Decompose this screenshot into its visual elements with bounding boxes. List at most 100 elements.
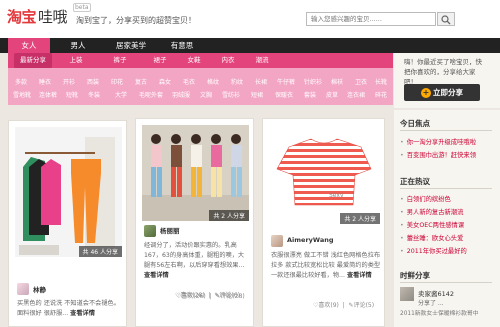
- user-name[interactable]: 林静: [33, 284, 46, 294]
- user-name[interactable]: AimeryWang: [287, 236, 334, 244]
- card-stats: ♡喜欢(9) | ✎评论(5): [313, 302, 375, 309]
- tag-link[interactable]: 西装: [82, 77, 104, 89]
- fresh-share-user[interactable]: 卖家酱6142: [418, 288, 454, 298]
- plus-icon: +: [421, 88, 431, 98]
- category-skirts[interactable]: 裙子: [146, 53, 174, 68]
- view-details-link[interactable]: 查看详情: [144, 272, 169, 279]
- logo-main: 淘宝: [7, 8, 37, 26]
- section-title-today: 今日焦点: [400, 119, 430, 128]
- hot-topic-link[interactable]: • 2011年你买过最好的: [400, 246, 467, 255]
- nav-tab-fun[interactable]: 有意思: [162, 38, 202, 53]
- nav-tab-women[interactable]: 女人: [8, 38, 50, 53]
- tag-link[interactable]: 羽绒服: [168, 90, 194, 102]
- tag-link[interactable]: 套装: [300, 90, 320, 102]
- tag-link[interactable]: 短靴: [62, 90, 82, 102]
- share-now-label: 立即分享: [433, 88, 463, 97]
- tag-link[interactable]: 文胸: [196, 90, 216, 102]
- hot-topic-link[interactable]: • 美女OEC两性感情课: [400, 220, 464, 229]
- tag-link[interactable]: 棉袄: [326, 77, 348, 89]
- share-card: 共 46 人分享 林静 买黑色的 还说洗 不知道会不会褪色。面料很好 很舒服..…: [8, 120, 127, 327]
- tag-link[interactable]: 短裙: [246, 90, 268, 102]
- share-now-button[interactable]: + 立即分享: [404, 84, 480, 101]
- like-button[interactable]: ♡喜欢(28): [175, 292, 205, 299]
- focus-link[interactable]: • 百变围巾出游！赶快来领: [400, 150, 476, 159]
- logo-sub: 哇哦: [38, 8, 68, 26]
- share-card: Sexy 共 2 人分享 AimeryWang 衣服很漂亮 做工不错 浅红色网格…: [262, 118, 385, 327]
- search-input[interactable]: [306, 12, 436, 26]
- tag-link[interactable]: 雪地靴: [10, 90, 34, 102]
- tag-link[interactable]: 碎花: [370, 90, 392, 102]
- main-nav: 女人 男人 居家美学 有意思: [0, 38, 500, 53]
- right-sidebar: 今日焦点 • 你一淘分享升级成哇哦啦 • 百变围巾出游！赶快来领 正在热议 • 白领们…: [394, 110, 500, 327]
- hot-topic-link[interactable]: • 白领们的缤纷色: [400, 194, 451, 203]
- avatar[interactable]: [144, 225, 156, 237]
- divider: [400, 130, 492, 131]
- comment-button[interactable]: ✎评论(5): [349, 302, 375, 309]
- category-menu: 最新分享 上装 裤子 裙子 女鞋 内衣 潮流 多款 睡衣 开衫 西装 印花 复古…: [8, 53, 393, 105]
- hot-topic-link[interactable]: • 男人新的复古新潮流: [400, 207, 463, 216]
- avatar[interactable]: [271, 235, 283, 247]
- share-description: 经调分了，活动价跟实惠的。乳高167，63的身高体重，腿粗的噢，大腿有56左右啊…: [144, 242, 245, 279]
- tag-link[interactable]: 睡衣: [34, 77, 56, 89]
- tag-link[interactable]: 多款: [10, 77, 32, 89]
- tag-link[interactable]: 格纹: [202, 77, 224, 89]
- svg-text:Sexy: Sexy: [329, 192, 344, 199]
- models-photo: [142, 125, 249, 221]
- category-pants[interactable]: 裤子: [106, 53, 134, 68]
- tag-link[interactable]: 皮草: [322, 90, 342, 102]
- tag-link[interactable]: 印花: [106, 77, 128, 89]
- tag-link[interactable]: 保暖衣: [270, 90, 298, 102]
- comment-button[interactable]: ✎评论(6): [214, 292, 240, 299]
- tag-link[interactable]: 卫衣: [350, 77, 372, 89]
- tag-link[interactable]: 森女: [154, 77, 176, 89]
- avatar[interactable]: [400, 287, 414, 301]
- category-underwear[interactable]: 内衣: [214, 53, 242, 68]
- tag-link[interactable]: 开衫: [58, 77, 80, 89]
- search-icon: [441, 15, 451, 25]
- beta-badge: beta: [73, 3, 91, 12]
- view-details-link[interactable]: 查看详情: [347, 272, 372, 279]
- like-button[interactable]: ♡喜欢(9): [313, 302, 339, 309]
- user-name[interactable]: 杨丽丽: [160, 225, 180, 235]
- divider: [400, 282, 492, 283]
- fresh-share-item[interactable]: 2011新款女士保暖棉衫款哥中: [400, 308, 479, 317]
- product-image[interactable]: 共 2 人分享: [142, 125, 249, 221]
- tag-link[interactable]: 长裙: [250, 77, 272, 89]
- tag-link[interactable]: 大学: [106, 90, 136, 102]
- hot-topic-link[interactable]: • 蕾丝睡：欧女心头爱: [400, 233, 463, 242]
- tag-link[interactable]: 复古: [130, 77, 152, 89]
- striped-top-photo: Sexy: [269, 125, 380, 224]
- category-trend[interactable]: 潮流: [248, 53, 276, 68]
- tag-link[interactable]: 牛仔裤: [273, 77, 299, 89]
- share-description: 买黑色的 还说洗 不知道会不会褪色。面料很好 很舒服... 查看详情: [17, 300, 120, 317]
- tag-link[interactable]: 毛衣: [178, 77, 200, 89]
- section-title-fresh: 时鲜分享: [400, 271, 430, 280]
- tag-link[interactable]: 连体裤: [36, 90, 60, 102]
- tag-link[interactable]: 针织衫: [301, 77, 325, 89]
- tag-link[interactable]: 长靴: [370, 77, 392, 89]
- share-count-caption: 共 46 人分享: [78, 246, 122, 257]
- tag-link[interactable]: 冬装: [84, 90, 104, 102]
- header: 淘宝 哇哦 beta 淘到宝了，分享买到的超赞宝贝！: [0, 0, 500, 38]
- tag-link[interactable]: 雪纺衫: [218, 90, 244, 102]
- avatar[interactable]: [17, 283, 29, 295]
- tag-link[interactable]: 连衣裙: [342, 90, 370, 102]
- share-count-caption: 共 2 人分享: [340, 213, 380, 224]
- site-logo[interactable]: 淘宝 哇哦: [7, 6, 68, 27]
- view-details-link[interactable]: 查看详情: [70, 310, 95, 317]
- category-latest[interactable]: 最新分享: [14, 53, 52, 68]
- category-shoes[interactable]: 女鞋: [180, 53, 208, 68]
- site-slogan: 淘到宝了，分享买到的超赞宝贝！: [76, 16, 196, 25]
- product-image[interactable]: 共 46 人分享: [15, 127, 122, 257]
- product-image[interactable]: Sexy 共 2 人分享: [269, 125, 380, 224]
- tag-link[interactable]: 豹纹: [226, 77, 248, 89]
- divider: [400, 188, 492, 189]
- category-row-main: 最新分享 上装 裤子 裙子 女鞋 内衣 潮流: [8, 53, 393, 68]
- pants-photo: [15, 127, 122, 257]
- focus-link[interactable]: • 你一淘分享升级成哇哦啦: [400, 137, 476, 146]
- nav-tab-men[interactable]: 男人: [60, 38, 96, 53]
- search-button[interactable]: [437, 12, 455, 26]
- tag-link[interactable]: 毛呢外套: [136, 90, 166, 102]
- category-tops[interactable]: 上装: [62, 53, 90, 68]
- nav-tab-home[interactable]: 居家美学: [108, 38, 154, 53]
